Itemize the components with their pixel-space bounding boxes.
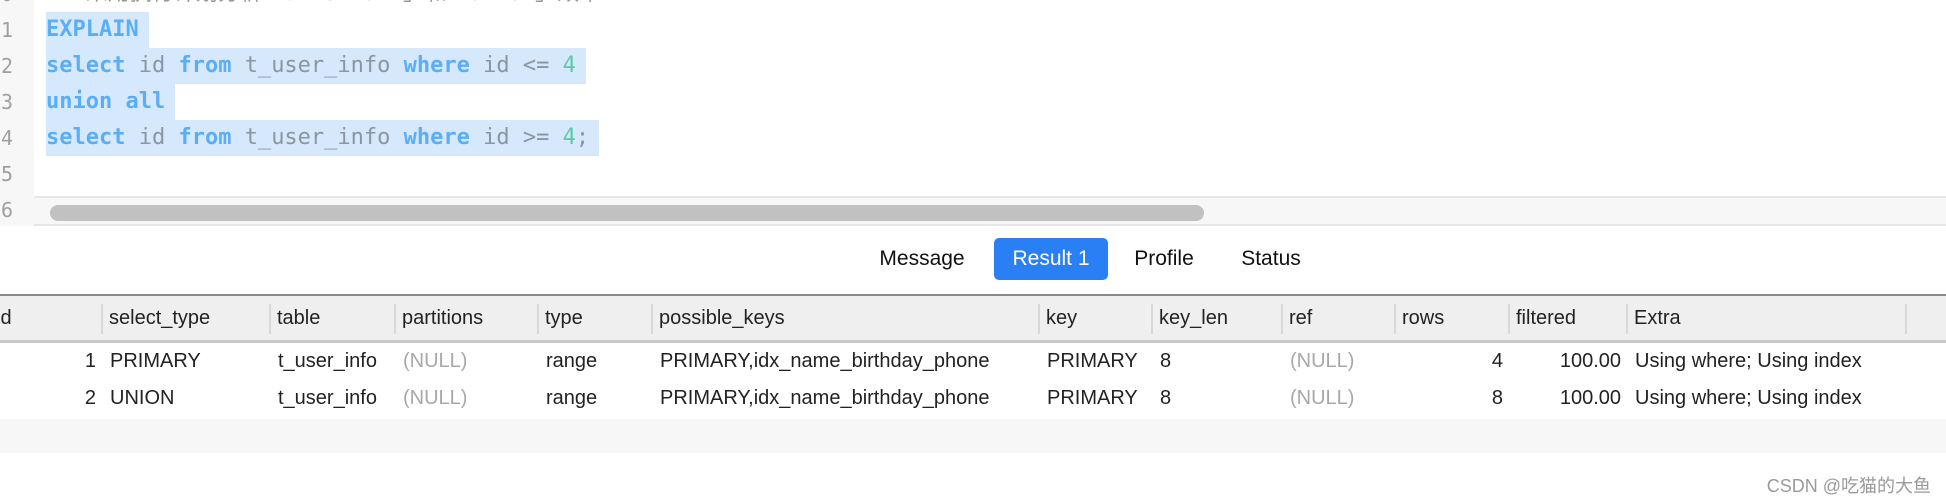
sql-text: id >= — [469, 125, 563, 150]
column-header-extra[interactable]: Extra — [1628, 296, 1907, 340]
result-table-header: idselect_typetablepartitionstypepossible… — [0, 294, 1946, 343]
sql-text: id — [125, 125, 179, 150]
cell-filtered[interactable]: 100.00 — [1510, 343, 1628, 380]
cell-rows[interactable]: 8 — [1396, 380, 1510, 417]
cell-ref[interactable]: (NULL) — [1283, 380, 1396, 417]
column-divider[interactable] — [537, 304, 539, 334]
column-header-rows[interactable]: rows — [1396, 296, 1510, 340]
sql-keyword: select — [46, 53, 126, 78]
sql-text: t_user_info — [231, 125, 404, 150]
column-divider[interactable] — [651, 304, 653, 334]
column-header-ref[interactable]: ref — [1283, 296, 1396, 340]
selection-highlight: EXPLAIN — [46, 12, 149, 48]
tab-result-1[interactable]: Result 1 — [994, 238, 1108, 280]
cell-key_len[interactable]: 8 — [1153, 343, 1283, 380]
sql-keyword: from — [178, 53, 232, 78]
cell-possible_keys[interactable]: PRIMARY,idx_name_birthday_phone — [653, 343, 1040, 380]
tab-message[interactable]: Message — [868, 238, 976, 280]
cell-partitions[interactable]: (NULL) — [396, 343, 539, 380]
cell-select_type[interactable]: PRIMARY — [103, 343, 271, 380]
cell-ref[interactable]: (NULL) — [1283, 343, 1396, 380]
editor-horizontal-scrollbar[interactable] — [34, 196, 1946, 226]
cell-key[interactable]: PRIMARY — [1040, 343, 1153, 380]
column-header-key_len[interactable]: key_len — [1153, 296, 1283, 340]
column-divider[interactable] — [1626, 304, 1628, 334]
column-divider[interactable] — [1508, 304, 1510, 334]
column-divider[interactable] — [1151, 304, 1153, 334]
selection-highlight: select id from t_user_info where id <= 4 — [46, 48, 586, 84]
cell-partitions[interactable]: (NULL) — [396, 380, 539, 417]
sql-number: 4 — [562, 125, 576, 150]
sql-keyword: where — [403, 53, 470, 78]
cell-table[interactable]: t_user_info — [271, 343, 396, 380]
column-header-table[interactable]: table — [271, 296, 396, 340]
cell-extra[interactable]: Using where; Using index — [1628, 343, 1907, 380]
code-line: select id from t_user_info where id >= 4… — [46, 120, 600, 156]
sql-text: ; — [575, 125, 590, 150]
code-line: select id from t_user_info where id <= 4 — [46, 48, 586, 84]
scrollbar-thumb[interactable] — [50, 205, 1204, 221]
column-header-select_type[interactable]: select_type — [103, 296, 271, 340]
sql-keyword: from — [178, 125, 232, 150]
sql-number: 4 — [562, 53, 576, 78]
column-header-id[interactable]: id — [0, 296, 115, 340]
column-header-filtered[interactable]: filtered — [1510, 296, 1628, 340]
table-row[interactable]: 2 UNION t_user_info (NULL) range PRIMARY,idx_… — [0, 380, 1946, 417]
line-number: 6 — [0, 198, 13, 222]
cell-table[interactable]: t_user_info — [271, 380, 396, 417]
column-header-possible_keys[interactable]: possible_keys — [653, 296, 1040, 340]
tab-status[interactable]: Status — [1224, 238, 1318, 280]
cell-filtered[interactable]: 100.00 — [1510, 380, 1628, 417]
code-line: EXPLAIN — [46, 12, 149, 48]
cell-possible_keys[interactable]: PRIMARY,idx_name_birthday_phone — [653, 380, 1040, 417]
sql-text: id — [125, 53, 179, 78]
sql-editor[interactable]: -- 采用执行计划分析「union all」和「union」效率 EXPLAIN… — [0, 0, 1946, 196]
column-divider[interactable] — [269, 304, 271, 334]
sql-keyword: union all — [46, 89, 166, 114]
cell-select_type[interactable]: UNION — [103, 380, 271, 417]
cell-id[interactable]: 1 — [0, 343, 103, 380]
sql-keyword: EXPLAIN — [46, 17, 139, 42]
watermark: CSDN @吃猫的大鱼 — [1766, 476, 1931, 496]
column-header-partitions[interactable]: partitions — [396, 296, 539, 340]
code-comment-line: -- 采用执行计划分析「union all」和「union」效率 — [46, 0, 601, 12]
table-row[interactable]: 1 PRIMARY t_user_info (NULL) range PRIMARY,id… — [0, 343, 1946, 380]
code-line: union all — [46, 84, 176, 120]
column-divider[interactable] — [394, 304, 396, 334]
column-header-type[interactable]: type — [539, 296, 653, 340]
cell-type[interactable]: range — [539, 380, 653, 417]
selection-highlight: union all — [46, 84, 176, 120]
empty-row — [0, 419, 1946, 453]
cell-key[interactable]: PRIMARY — [1040, 380, 1153, 417]
column-divider[interactable] — [1394, 304, 1396, 334]
sql-text: t_user_info — [231, 53, 404, 78]
tab-profile[interactable]: Profile — [1112, 238, 1216, 280]
cell-extra[interactable]: Using where; Using index — [1628, 380, 1907, 417]
selection-highlight: select id from t_user_info where id >= 4… — [46, 120, 600, 156]
cell-rows[interactable]: 4 — [1396, 343, 1510, 380]
sql-text: id <= — [469, 53, 563, 78]
column-divider[interactable] — [1281, 304, 1283, 334]
sql-keyword: where — [403, 125, 470, 150]
cell-id[interactable]: 2 — [0, 380, 103, 417]
cell-key_len[interactable]: 8 — [1153, 380, 1283, 417]
cell-type[interactable]: range — [539, 343, 653, 380]
column-divider[interactable] — [1038, 304, 1040, 334]
column-divider[interactable] — [1905, 304, 1907, 334]
column-header-key[interactable]: key — [1040, 296, 1153, 340]
column-divider[interactable] — [101, 304, 103, 334]
sql-keyword: select — [46, 125, 126, 150]
